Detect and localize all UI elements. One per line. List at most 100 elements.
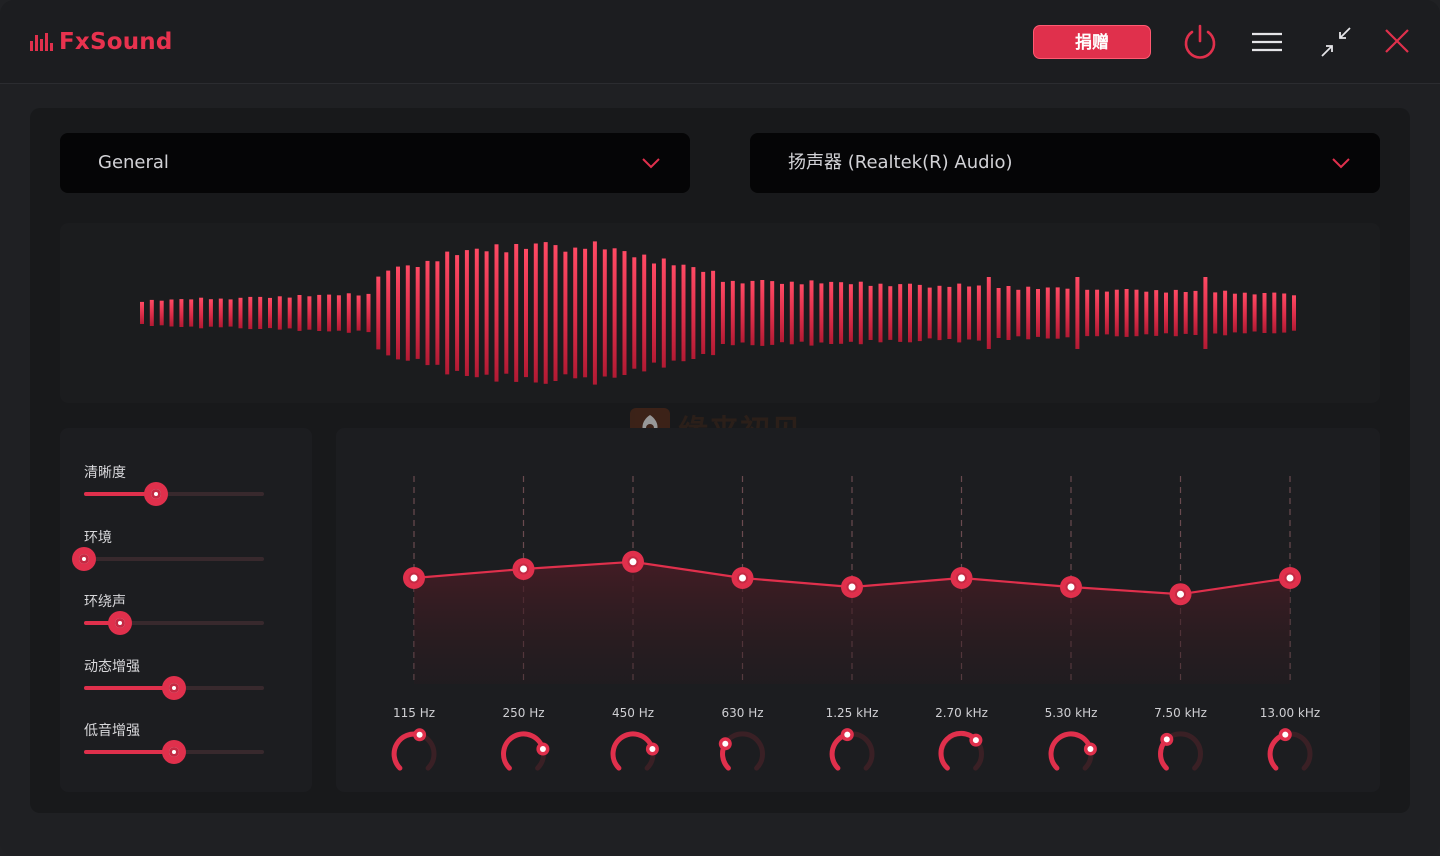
effect-slider-thumb[interactable] — [144, 482, 168, 506]
waveform-bar — [799, 284, 804, 342]
waveform-bar — [789, 281, 794, 345]
waveform-bar — [1282, 293, 1287, 333]
waveform-bar — [1154, 290, 1159, 336]
waveform-bar — [336, 295, 341, 331]
chevron-down-icon — [1332, 158, 1350, 169]
effect-slider-row: 清晰度 — [60, 462, 312, 522]
waveform-bar — [1055, 287, 1060, 339]
waveform-bar — [917, 284, 922, 342]
waveform-bar — [356, 295, 361, 331]
waveform-bar — [1124, 289, 1129, 337]
waveform-bar — [494, 244, 499, 382]
waveform-bar — [553, 245, 558, 381]
waveform-bar — [405, 265, 410, 361]
waveform-bar — [898, 284, 903, 342]
preset-value: General — [98, 152, 169, 173]
waveform-bar — [720, 281, 725, 344]
waveform-bar — [996, 288, 1001, 338]
waveform-bar — [1104, 291, 1109, 335]
effect-slider-thumb[interactable] — [162, 740, 186, 764]
effect-slider-fill — [84, 750, 174, 754]
waveform-bar — [947, 286, 952, 339]
waveform-bar — [1242, 292, 1247, 334]
waveform-bar — [386, 270, 391, 356]
waveform-bar — [484, 251, 489, 375]
effect-label: 低音增强 — [84, 723, 140, 739]
effect-slider-thumb[interactable] — [162, 675, 186, 700]
effect-slider-thumb[interactable] — [72, 546, 96, 571]
waveform-bar — [592, 241, 597, 385]
waveform-bar — [967, 286, 972, 340]
effect-label: 环境 — [84, 529, 112, 546]
waveform-bar — [573, 247, 578, 379]
title-bar: FxSound 捐赠 — [0, 0, 1440, 84]
waveform-bar — [474, 248, 479, 378]
effect-slider-track[interactable] — [84, 611, 264, 635]
waveform-bar — [258, 296, 263, 329]
effect-slider-thumb[interactable] — [108, 611, 132, 635]
effect-slider-row: 低音增强 — [60, 720, 312, 780]
waveform-bar — [297, 295, 302, 331]
donate-button[interactable]: 捐赠 — [1033, 25, 1151, 59]
waveform-bar — [376, 276, 381, 350]
close-icon[interactable] — [1378, 22, 1418, 62]
waveform-bar — [238, 297, 243, 329]
waveform-bar — [622, 251, 627, 375]
eq-band-label: 630 Hz — [721, 706, 764, 720]
waveform-bar — [287, 297, 292, 329]
waveform-bar — [691, 267, 696, 359]
waveform-bar — [179, 299, 184, 327]
waveform-bar — [1036, 289, 1040, 337]
eq-band-label: 1.25 kHz — [825, 706, 879, 720]
power-icon[interactable] — [1180, 22, 1220, 62]
waveform-bar — [750, 280, 755, 346]
effects-panel: 清晰度环境环绕声动态增强低音增强 — [60, 428, 312, 792]
waveform-bar — [661, 258, 666, 368]
waveform-bar — [218, 298, 223, 328]
waveform-bar — [524, 248, 528, 378]
effect-slider-row: 动态增强 — [60, 656, 312, 716]
waveform-bar — [425, 260, 430, 366]
waveform-bar — [533, 243, 538, 383]
waveform-bar — [888, 286, 893, 340]
waveform-bar — [277, 296, 282, 330]
effect-slider-track[interactable] — [84, 740, 264, 764]
equalizer-bars-icon — [30, 33, 53, 51]
effect-slider-track[interactable] — [84, 482, 264, 506]
waveform-bar — [780, 283, 784, 343]
waveform-bar — [455, 255, 460, 371]
equalizer-panel — [336, 428, 1380, 792]
effect-slider-fill — [84, 685, 174, 690]
waveform-bar — [1144, 291, 1149, 335]
waveform-bar — [1223, 290, 1228, 336]
waveform-bar — [1262, 293, 1267, 333]
waveform-bar — [839, 282, 844, 344]
effect-label: 清晰度 — [84, 465, 126, 481]
waveform-bar — [848, 284, 853, 342]
waveform-bar — [1045, 287, 1050, 339]
preset-dropdown[interactable]: General — [60, 133, 690, 193]
waveform-bar — [809, 280, 814, 346]
waveform-bar — [652, 263, 656, 363]
waveform-bar — [1252, 294, 1257, 332]
waveform-bar — [681, 264, 686, 362]
effect-slider-track[interactable] — [72, 546, 264, 571]
effect-label: 环绕声 — [84, 594, 126, 610]
waveform-bar — [671, 265, 676, 361]
waveform-bar — [189, 299, 194, 327]
device-value: 扬声器 (Realtek(R) Audio) — [788, 152, 1013, 173]
waveform-bar — [612, 248, 617, 378]
waveform-bar — [149, 299, 154, 326]
effect-slider-track[interactable] — [84, 675, 264, 700]
waveform-bar — [878, 283, 883, 343]
waveform-bar — [908, 283, 912, 343]
eq-band-label: 13.00 kHz — [1259, 706, 1321, 720]
menu-icon[interactable] — [1248, 22, 1288, 62]
effect-slider-row: 环绕声 — [60, 591, 312, 651]
waveform-bar — [1085, 289, 1090, 337]
output-device-dropdown[interactable]: 扬声器 (Realtek(R) Audio) — [750, 133, 1380, 193]
minimize-icon[interactable] — [1316, 22, 1356, 62]
waveform-bar — [957, 283, 962, 343]
waveform-bar — [770, 281, 775, 345]
waveform-visualizer — [60, 223, 1380, 403]
